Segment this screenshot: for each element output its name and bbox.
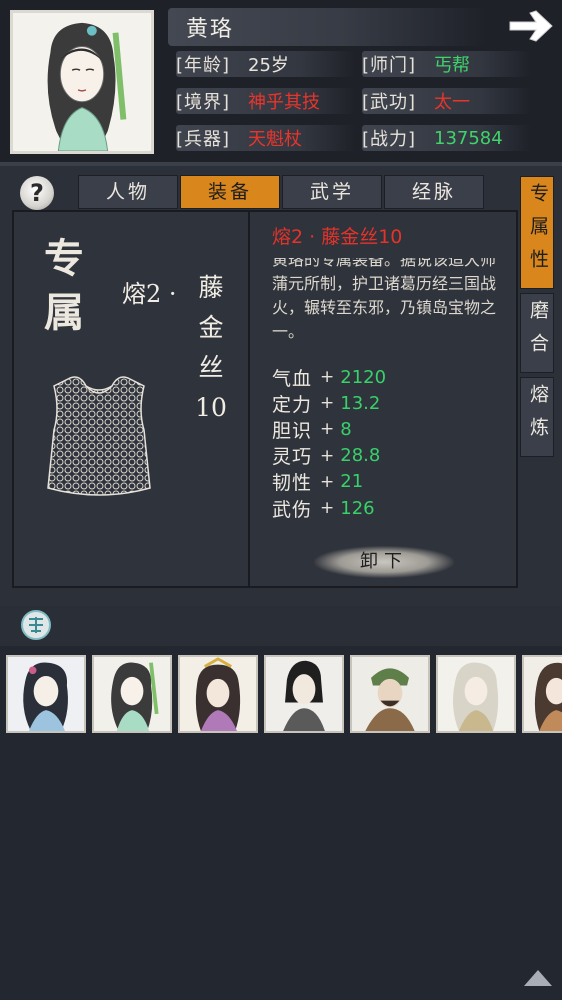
- badge-char: 属: [44, 289, 84, 336]
- side-tab-label: 熔炼: [527, 384, 549, 450]
- side-tab-smelt[interactable]: 熔炼: [520, 377, 554, 457]
- stat-weapon: [兵器] 天魁杖: [176, 123, 356, 153]
- item-title-prefix: 熔2 ·: [122, 280, 177, 308]
- attribute-value: 8: [340, 418, 352, 440]
- attribute-value: 28.8: [340, 445, 381, 467]
- stat-label: [境界]: [176, 92, 231, 113]
- stat-label: [武功]: [362, 92, 417, 113]
- attribute-list: 气血 + 2120 定力 + 13.2 胆识 + 8 灵巧 + 28.8 韧性: [272, 364, 386, 521]
- plus-sign: +: [320, 367, 335, 388]
- triangle-up-icon[interactable]: [522, 966, 554, 988]
- title-char: 10: [195, 393, 227, 422]
- title-char: 藤: [198, 273, 224, 302]
- title-char: 金: [198, 313, 224, 342]
- attribute-value: 13.2: [340, 392, 381, 414]
- plus-sign: +: [320, 445, 335, 466]
- stat-label: [师门]: [362, 55, 417, 76]
- chainmail-armor-icon: [40, 370, 158, 502]
- hero-avatar[interactable]: [6, 655, 86, 733]
- seal-icon[interactable]: [20, 609, 52, 641]
- item-description-text: 黄珞的专属装备。据说该造大师蒲元所制，护卫诸葛历经三国战火，辗转至东邪，乃镇岛宝…: [272, 258, 497, 341]
- attribute-row: 灵巧 + 28.8: [272, 443, 386, 469]
- main-tabs: 人物 装备 武学 经脉: [78, 175, 486, 209]
- stat-value: 太一: [434, 92, 470, 113]
- hero-portrait: [10, 10, 154, 154]
- hero-avatar[interactable]: [522, 655, 562, 733]
- exclusive-badge: 专 属: [44, 232, 84, 340]
- side-tab-fit[interactable]: 磨合: [520, 293, 554, 373]
- arrow-right-icon[interactable]: [506, 8, 554, 44]
- item-detail-title: 熔2 · 藤金丝10: [272, 226, 403, 248]
- attribute-row: 气血 + 2120: [272, 364, 386, 390]
- badge-char: 专: [44, 235, 84, 282]
- stat-value: 25岁: [248, 55, 289, 76]
- item-description[interactable]: 黄珞的专属装备。据说该造大师蒲元所制，护卫诸葛历经三国战火，辗转至东邪，乃镇岛宝…: [272, 258, 504, 354]
- question-icon[interactable]: ?: [20, 176, 54, 210]
- stat-martial: [武功] 太一: [362, 86, 532, 116]
- hero-avatar[interactable]: [92, 655, 172, 733]
- stat-realm: [境界] 神乎其技: [176, 86, 356, 116]
- roster-bar: [0, 606, 562, 646]
- attribute-name: 气血: [272, 367, 313, 390]
- attribute-name: 韧性: [272, 472, 313, 495]
- hero-avatar[interactable]: [178, 655, 258, 733]
- stat-value: 天魁杖: [248, 129, 302, 150]
- attribute-name: 灵巧: [272, 446, 313, 469]
- tab-meridians[interactable]: 经脉: [384, 175, 484, 209]
- side-tab-exclusive[interactable]: 专属性: [520, 176, 554, 289]
- stat-label: [年龄]: [176, 55, 231, 76]
- attribute-name: 武伤: [272, 498, 313, 521]
- stat-label: [战力]: [362, 129, 417, 150]
- stat-power: [战力] 137584: [362, 123, 532, 153]
- plus-sign: +: [320, 498, 335, 519]
- attribute-name: 胆识: [272, 419, 313, 442]
- hero-roster[interactable]: [6, 655, 562, 735]
- tab-martial-arts[interactable]: 武学: [282, 175, 382, 209]
- stat-value: 137584: [434, 127, 503, 149]
- stat-value: 丐帮: [434, 55, 470, 76]
- stat-sect: [师门] 丐帮: [362, 49, 532, 79]
- stat-value: 神乎其技: [248, 92, 320, 113]
- tab-equipment[interactable]: 装备: [180, 175, 280, 209]
- hero-avatar[interactable]: [350, 655, 430, 733]
- side-tab-label: 专属性: [527, 183, 549, 282]
- item-card: 专 属 熔2 · 藤 金 丝 10 熔2 · 藤金丝10 黄珞的专属装备。据说该…: [12, 210, 518, 588]
- item-preview: 专 属 熔2 · 藤 金 丝 10: [14, 212, 250, 586]
- title-char: 丝: [198, 353, 224, 382]
- stat-label: [兵器]: [176, 129, 231, 150]
- attribute-value: 21: [340, 471, 364, 493]
- attribute-row: 胆识 + 8: [272, 416, 386, 442]
- side-tab-label: 磨合: [527, 300, 549, 366]
- attribute-row: 定力 + 13.2: [272, 390, 386, 416]
- stat-age: [年龄] 25岁: [176, 49, 356, 79]
- hero-header: 黄珞 [年龄] 25岁 [师门] 丐帮 [境界] 神乎其技 [武功] 太一 [兵…: [0, 0, 562, 162]
- item-details: 熔2 · 藤金丝10 黄珞的专属装备。据说该造大师蒲元所制，护卫诸葛历经三国战火…: [252, 212, 516, 586]
- side-tabs: 专属性 磨合 熔炼: [520, 176, 554, 461]
- attribute-row: 韧性 + 21: [272, 469, 386, 495]
- hero-name: 黄珞: [186, 17, 235, 42]
- unequip-button[interactable]: 卸下: [314, 546, 454, 578]
- attribute-name: 定力: [272, 393, 313, 416]
- attribute-value: 126: [340, 497, 375, 519]
- hero-avatar[interactable]: [264, 655, 344, 733]
- tab-character[interactable]: 人物: [78, 175, 178, 209]
- attribute-value: 2120: [340, 366, 387, 388]
- plus-sign: +: [320, 419, 335, 440]
- plus-sign: +: [320, 393, 335, 414]
- item-title-vertical: 藤 金 丝 10: [194, 268, 228, 428]
- plus-sign: +: [320, 471, 335, 492]
- hero-avatar[interactable]: [436, 655, 516, 733]
- attribute-row: 武伤 + 126: [272, 495, 386, 521]
